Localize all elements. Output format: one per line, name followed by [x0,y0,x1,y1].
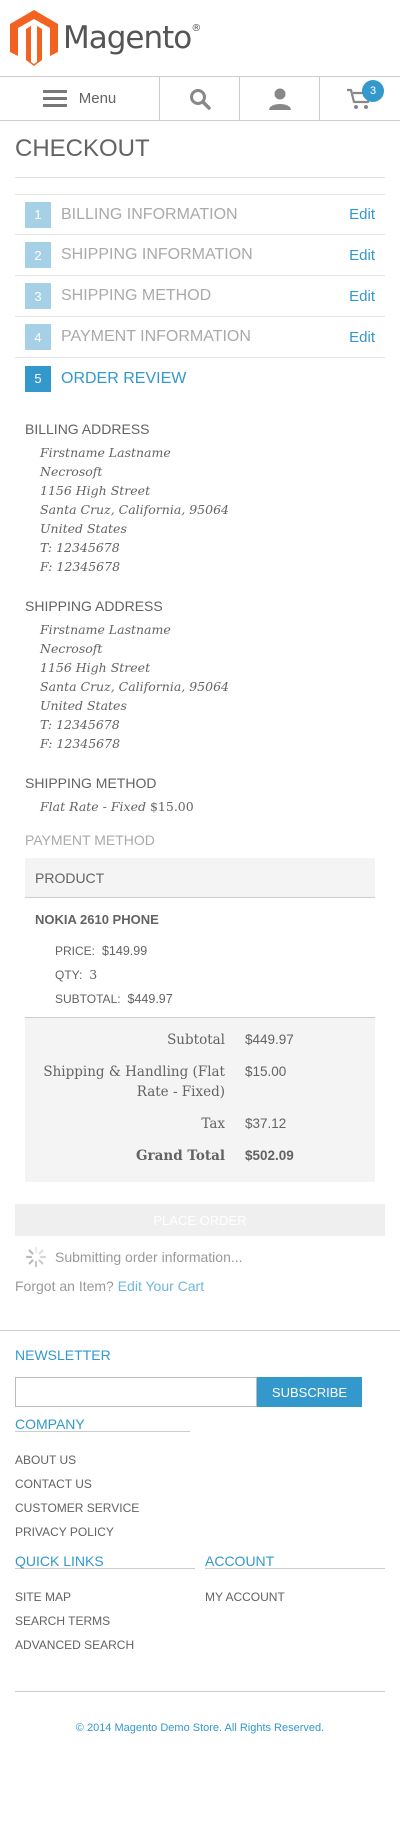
order-totals: Subtotal $449.97 Shipping & Handling (Fl… [25,1017,375,1182]
step-title: PAYMENT INFORMATION [61,328,251,345]
quick-links: QUICK LINKS SITE MAP SEARCH TERMS ADVANC… [15,1553,195,1657]
product-subtotal: SUBTOTAL: $449.97 [55,992,173,1006]
footer-divider [15,1691,385,1692]
newsletter-form: SUBSCRIBE [15,1377,385,1407]
step-number: 3 [25,283,51,309]
step-number: 2 [25,242,51,268]
step-billing-information[interactable]: 1 BILLING INFORMATION Edit [15,194,385,235]
brand-name: Magento® [63,20,201,56]
company-heading: COMPANY [15,1416,85,1432]
hamburger-icon [42,89,67,107]
product-price: PRICE: $149.99 [55,944,148,958]
magento-logo[interactable]: Magento® [10,10,201,66]
shipping-address: Firstname Lastname Necrosoft 1156 High S… [40,622,229,751]
shipping-address-heading: SHIPPING ADDRESS [25,598,163,614]
edit-link[interactable]: Edit [349,329,375,346]
product-qty: QTY: 3 [55,967,98,982]
page-title: CHECKOUT [15,135,385,178]
step-number: 1 [25,201,51,228]
grand-total-row: Grand Total $502.09 [136,1148,294,1164]
site-footer: NEWSLETTER SUBSCRIBE COMPANY ABOUT US CO… [0,1330,400,1734]
order-review: BILLING ADDRESS Firstname Lastname Necro… [15,421,385,1182]
step-shipping-method[interactable]: 3 SHIPPING METHOD Edit [15,276,385,317]
account-button[interactable] [240,77,320,120]
footer-link-customer-service[interactable]: CUSTOMER SERVICE [15,1496,190,1520]
cart-button[interactable]: 3 [320,77,400,120]
edit-cart-link[interactable]: Edit Your Cart [118,1278,204,1294]
checkout-steps: 1 BILLING INFORMATION Edit 2 SHIPPING IN… [15,194,385,399]
account-heading: ACCOUNT [205,1553,275,1569]
step-payment-information[interactable]: 4 PAYMENT INFORMATION Edit [15,317,385,358]
checkout-main: CHECKOUT 1 BILLING INFORMATION Edit 2 SH… [0,135,400,1294]
step-order-review: 5 ORDER REVIEW [15,358,385,399]
quick-links-heading: QUICK LINKS [15,1553,104,1569]
newsletter-heading: NEWSLETTER [15,1347,111,1363]
mobile-nav-bar: Menu 3 [0,76,400,121]
billing-address-heading: BILLING ADDRESS [25,421,150,437]
footer-link-privacy-policy[interactable]: PRIVACY POLICY [15,1520,190,1544]
billing-address: Firstname Lastname Necrosoft 1156 High S… [40,445,229,574]
shipping-row: Shipping & Handling (Flat Rate - Fixed) … [43,1064,287,1100]
subscribe-button[interactable]: SUBSCRIBE [257,1377,362,1407]
account-links: ACCOUNT MY ACCOUNT [205,1553,385,1657]
payment-method-heading: PAYMENT METHOD [25,832,155,848]
edit-link[interactable]: Edit [349,206,375,223]
footer-link-contact-us[interactable]: CONTACT US [15,1472,190,1496]
subtotal-row: Subtotal $449.97 [167,1032,294,1048]
forgot-item: Forgot an Item? Edit Your Cart [15,1278,205,1294]
footer-link-my-account[interactable]: MY ACCOUNT [205,1585,385,1609]
place-order-button[interactable]: PLACE ORDER [15,1204,385,1236]
site-header: Magento® [0,0,400,76]
company-links: COMPANY ABOUT US CONTACT US CUSTOMER SER… [15,1416,190,1544]
tax-row: Tax $37.12 [201,1116,287,1132]
step-number: 5 [25,365,51,392]
product-column-header: PRODUCT [25,858,375,898]
search-button[interactable] [160,77,240,120]
edit-link[interactable]: Edit [349,247,375,264]
loading-spinner-icon [25,1246,47,1268]
footer-link-search-terms[interactable]: SEARCH TERMS [15,1609,195,1633]
footer-link-advanced-search[interactable]: ADVANCED SEARCH [15,1633,195,1657]
copyright: © 2014 Magento Demo Store. All Rights Re… [75,1722,325,1734]
step-title: SHIPPING INFORMATION [61,246,253,263]
search-icon [189,88,211,110]
footer-link-about-us[interactable]: ABOUT US [15,1448,190,1472]
user-icon [268,88,291,110]
shipping-method-heading: SHIPPING METHOD [25,775,157,791]
footer-link-site-map[interactable]: SITE MAP [15,1585,195,1609]
newsletter-email-input[interactable] [15,1377,257,1407]
step-title: BILLING INFORMATION [61,205,238,223]
step-number: 4 [25,324,51,350]
edit-link[interactable]: Edit [349,288,375,305]
product-name: NOKIA 2610 PHONE [35,912,159,927]
submitting-status: Submitting order information... [25,1246,385,1268]
menu-label: Menu [78,90,117,107]
menu-button[interactable]: Menu [0,77,160,120]
footer-columns: QUICK LINKS SITE MAP SEARCH TERMS ADVANC… [15,1553,385,1657]
submitting-text: Submitting order information... [55,1249,243,1265]
cart-count-badge: 3 [362,80,384,102]
shipping-method-value: Flat Rate - Fixed $15.00 [40,799,194,814]
step-shipping-information[interactable]: 2 SHIPPING INFORMATION Edit [15,235,385,276]
step-title: ORDER REVIEW [61,369,187,387]
step-title: SHIPPING METHOD [61,287,212,304]
magento-logo-icon [10,10,58,66]
